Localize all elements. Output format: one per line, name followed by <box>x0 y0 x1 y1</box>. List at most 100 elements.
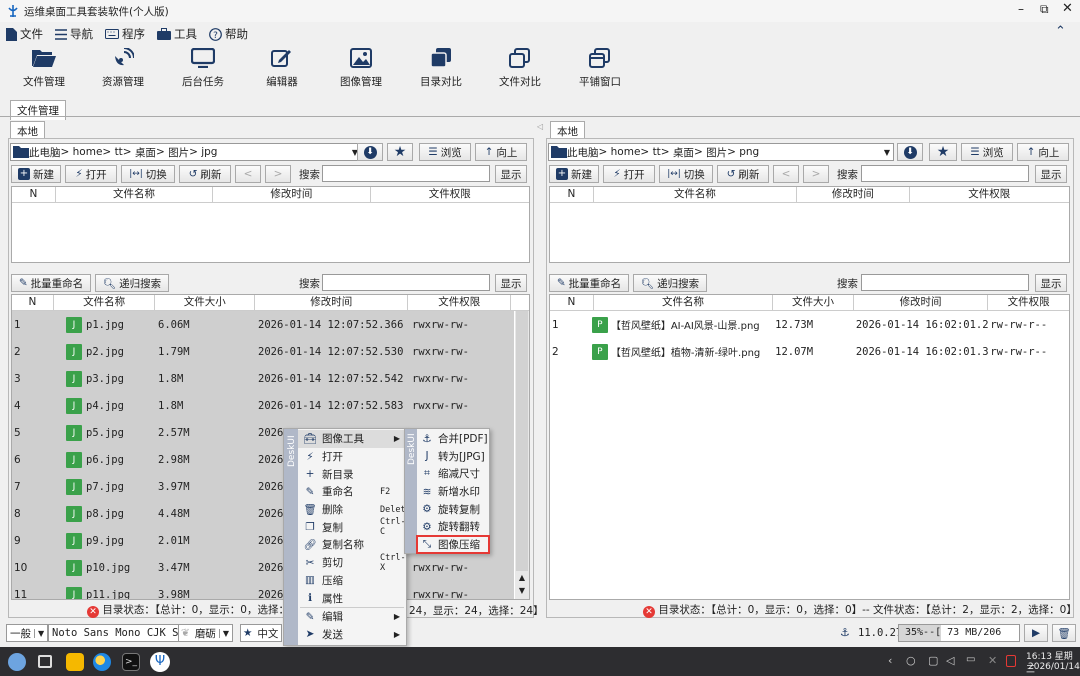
switch-button[interactable]: |↔| 切换 <box>659 165 713 183</box>
table-row[interactable]: 4 Jp4.jpg 1.8M 2026-01-14 12:07:52.583 rwxrw… <box>12 392 514 419</box>
submenu-item[interactable]: J 转为[JPG] <box>417 448 489 466</box>
mode-select[interactable]: 一般 ▼ <box>6 624 49 642</box>
submenu-item[interactable]: ⌗ 缩减尺寸 <box>417 465 489 483</box>
file-manager-icon[interactable] <box>66 653 84 671</box>
menu-help[interactable]: ? 帮助 <box>209 26 248 42</box>
submenu-item[interactable]: ≋ 新增水印 <box>417 483 489 501</box>
scroll-up-icon[interactable]: ▲ <box>515 573 529 585</box>
column-header[interactable]: 文件大小 <box>155 295 256 310</box>
context-menu-item[interactable]: ⚡ 打开 <box>298 448 406 466</box>
table-row[interactable]: 1 Jp1.jpg 6.06M 2026-01-14 12:07:52.366 rwxr… <box>12 311 514 338</box>
collapse-icon[interactable]: ⌃ <box>1055 24 1066 39</box>
column-header[interactable]: 修改时间 <box>255 295 409 310</box>
crumb[interactable]: 图片 <box>168 145 189 160</box>
terminal-icon[interactable]: >_ <box>122 653 140 671</box>
clock-date[interactable]: 2026/01/14 <box>1028 662 1080 672</box>
keyboard-icon[interactable]: ▭ <box>966 654 975 665</box>
browser-icon[interactable] <box>93 653 111 671</box>
context-menu-item[interactable]: ✎ 编辑 ▶ <box>298 608 406 626</box>
batch-rename-button[interactable]: ✎ 批量重命名 <box>11 274 91 292</box>
scrollbar[interactable]: ▲ ▼ <box>515 311 529 599</box>
context-menu-item[interactable]: 🗑︎ 删除 Delete <box>298 501 410 519</box>
volume-icon[interactable]: ◁ <box>946 654 954 667</box>
context-menu-item[interactable]: + 新目录 <box>298 465 406 483</box>
open-button[interactable]: ⚡ 打开 <box>65 165 117 183</box>
context-menu-item[interactable]: 🔗︎ 复制名称 <box>298 536 406 554</box>
menu-program[interactable]: 程序 <box>105 26 145 42</box>
column-header[interactable]: 文件权限 <box>371 187 529 202</box>
splitter-left-icon[interactable]: ◁ <box>537 122 543 131</box>
column-header[interactable]: N <box>12 295 54 310</box>
download-button[interactable]: ⬇ <box>897 143 923 161</box>
table-row[interactable]: 2 Jp2.jpg 1.79M 2026-01-14 12:07:52.530 rwxr… <box>12 338 514 365</box>
bookmark-button[interactable]: ★ <box>929 143 957 161</box>
table-row[interactable]: 11 Jp11.jpg 3.98M 2026- rwxrw-rw- <box>12 581 514 599</box>
tool-background-tasks[interactable]: 后台任务 <box>165 48 241 89</box>
notification-icon[interactable] <box>1006 655 1016 667</box>
minimize-button[interactable]: – <box>1018 2 1024 16</box>
forward-button[interactable]: > <box>265 165 291 183</box>
tool-resource-manager[interactable]: 资源管理 <box>85 48 161 89</box>
column-header[interactable]: 修改时间 <box>797 187 910 202</box>
column-header[interactable]: 修改时间 <box>213 187 371 202</box>
submenu-item[interactable]: ⚙ 旋转复制 <box>417 500 489 518</box>
crumb[interactable]: tt <box>653 146 661 158</box>
close-button[interactable]: ✕ <box>1062 1 1073 16</box>
crumb[interactable]: png <box>739 146 759 158</box>
tool-file-manager[interactable]: 文件管理 <box>6 48 82 89</box>
tool-dir-compare[interactable]: 目录对比 <box>403 48 479 89</box>
lang-select[interactable]: ★ 中文 <box>240 624 283 642</box>
crumb[interactable]: home <box>611 146 641 158</box>
table-row[interactable]: 10 Jp10.jpg 3.47M 2026- rwxrw-rw- <box>12 554 514 581</box>
network-off-icon[interactable]: ✕ <box>988 654 997 667</box>
download-button[interactable]: ⬇ <box>357 143 383 161</box>
context-menu-item[interactable]: 🧰︎ 图像工具 ▶ <box>298 430 406 448</box>
column-header[interactable]: 文件名称 <box>594 187 798 202</box>
column-header[interactable]: 文件名称 <box>54 295 156 310</box>
scroll-down-icon[interactable]: ▼ <box>515 586 529 598</box>
context-menu-item[interactable]: ▥ 压缩 <box>298 572 406 590</box>
chevron-down-icon[interactable]: ▼ <box>881 148 893 157</box>
scrollbar-thumb[interactable] <box>516 311 528 571</box>
context-menu-item[interactable]: ✎ 重命名 F2 <box>298 483 406 501</box>
crumb[interactable]: 图片 <box>706 145 727 160</box>
browse-button[interactable]: ☰ 浏览 <box>419 143 471 161</box>
column-header[interactable]: 文件权限 <box>910 187 1069 202</box>
back-button[interactable]: < <box>235 165 261 183</box>
dir-search-input[interactable] <box>322 165 490 182</box>
right-path-bar[interactable]: 此电脑 > home > tt > 桌面 > 图片 > png ▼ <box>548 143 894 161</box>
crumb[interactable]: 桌面 <box>673 145 694 160</box>
browse-button[interactable]: ☰ 浏览 <box>961 143 1013 161</box>
column-header[interactable]: 修改时间 <box>854 295 989 310</box>
show-button[interactable]: 显示 <box>495 165 527 183</box>
forward-button[interactable]: > <box>803 165 829 183</box>
table-row[interactable]: 3 Jp3.jpg 1.8M 2026-01-14 12:07:52.542 rwxrw… <box>12 365 514 392</box>
context-menu-item[interactable]: ➤ 发送 ▶ <box>298 626 406 644</box>
submenu-item[interactable]: ⚓︎ 合并[PDF] <box>417 430 489 448</box>
switch-button[interactable]: |↔| 切换 <box>121 165 175 183</box>
menu-navigate[interactable]: 导航 <box>55 26 93 42</box>
new-button[interactable]: + 新建 <box>549 165 599 183</box>
chevron-left-icon[interactable]: ‹ <box>888 654 892 667</box>
refresh-button[interactable]: ↺ 刷新 <box>179 165 231 183</box>
column-header[interactable]: N <box>550 187 594 202</box>
left-path-bar[interactable]: 此电脑 > home > tt > 桌面 > 图片 > jpg ▼ <box>10 143 362 161</box>
tool-image-manager[interactable]: 图像管理 <box>323 48 399 89</box>
column-header[interactable]: N <box>12 187 56 202</box>
table-row[interactable]: 2 P 【哲风壁纸】植物-清新-绿叶.png 12.07M 2026-01-14 16:… <box>550 338 1069 365</box>
multitask-icon[interactable] <box>38 655 52 668</box>
main-tab-file-manager[interactable]: 文件管理 <box>10 100 66 120</box>
column-header[interactable]: 文件名称 <box>594 295 774 310</box>
crumb[interactable]: 此电脑 <box>567 145 599 160</box>
up-button[interactable]: ↑ 向上 <box>475 143 527 161</box>
restore-button[interactable]: ⧉ <box>1040 2 1049 17</box>
tool-tile-windows[interactable]: 平铺窗口 <box>562 48 638 89</box>
context-menu-item[interactable]: ✂ 剪切 Ctrl-X <box>298 553 406 573</box>
recursive-search-button[interactable]: 🔍︎ 递归搜索 <box>95 274 169 292</box>
file-search-input[interactable] <box>861 274 1029 291</box>
column-header[interactable]: N <box>550 295 594 310</box>
bookmark-button[interactable]: ★ <box>387 143 413 161</box>
app-logo-icon[interactable]: Ψ <box>150 652 170 672</box>
crumb[interactable]: jpg <box>201 146 217 158</box>
crumb[interactable]: 桌面 <box>135 145 156 160</box>
